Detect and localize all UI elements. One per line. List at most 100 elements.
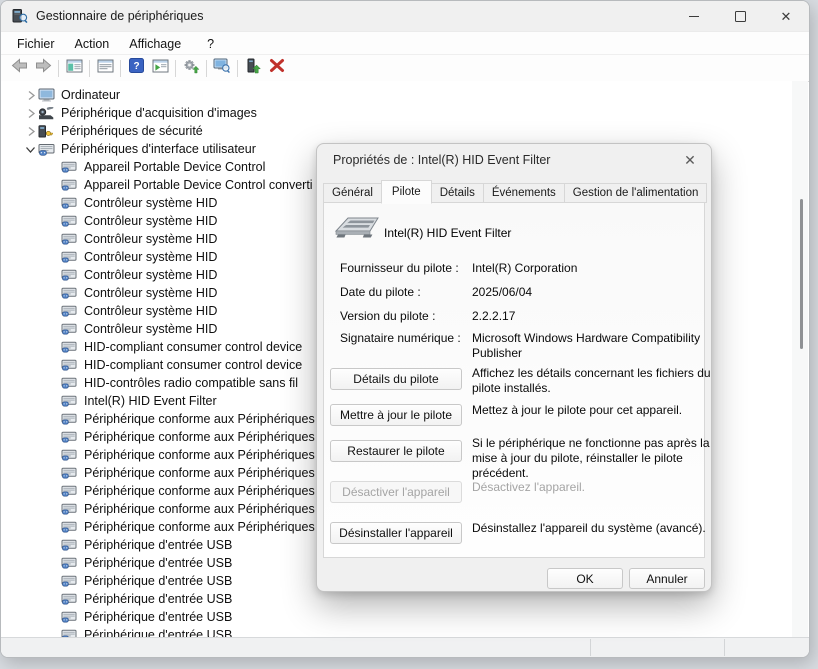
tree-item-label: Périphérique conforme aux Périphériques … <box>84 430 325 444</box>
maximize-icon <box>735 11 746 22</box>
tree-item-label: Contrôleur système HID <box>84 214 217 228</box>
hid-device-icon <box>61 287 81 299</box>
tree-item-label: Ordinateur <box>61 88 120 102</box>
uninstall-device-description: Désinstallez l'appareil du système (avan… <box>472 521 712 536</box>
tab-evenements[interactable]: Événements <box>483 183 565 203</box>
toolbar-separator <box>120 60 121 77</box>
minimize-button[interactable] <box>671 1 717 31</box>
menu-action[interactable]: Action <box>65 34 120 54</box>
menu-help[interactable]: ? <box>197 34 224 54</box>
tree-item-label: Périphérique d'entrée USB <box>84 592 232 606</box>
tab-gestion-alimentation[interactable]: Gestion de l'alimentation <box>564 183 708 203</box>
hid-device-icon <box>61 233 81 245</box>
hid-device-icon <box>61 305 81 317</box>
back-toolbar-button[interactable] <box>7 57 31 79</box>
tree-item-label: HID-contrôles radio compatible sans fil <box>84 376 298 390</box>
export-list-toolbar-button[interactable] <box>148 57 172 79</box>
maximize-button[interactable] <box>717 1 763 31</box>
properties-dialog: Propriétés de : Intel(R) HID Event Filte… <box>316 143 712 592</box>
tree-item-label: HID-compliant consumer control device <box>84 340 302 354</box>
tab-details[interactable]: Détails <box>431 183 484 203</box>
driver-details-button[interactable]: Détails du pilote <box>330 368 462 390</box>
remote-computer-icon <box>213 58 231 78</box>
scan-hardware-changes-toolbar-button[interactable] <box>179 57 203 79</box>
hid-device-icon <box>61 431 81 443</box>
tree-item[interactable]: Ordinateur <box>1 86 792 104</box>
tree-item-label: Périphérique conforme aux Périphériques … <box>84 484 325 498</box>
hid-device-icon <box>61 377 81 389</box>
tree-item[interactable]: Périphérique d'acquisition d'images <box>1 104 792 122</box>
toolbar-separator <box>175 60 176 77</box>
console-tree-icon <box>66 59 83 78</box>
keyboard-device-icon <box>334 215 380 247</box>
tab-general[interactable]: Général <box>323 183 382 203</box>
hid-device-icon <box>61 395 81 407</box>
roll-back-driver-button[interactable]: Restaurer le pilote <box>330 440 462 462</box>
properties-toolbar-button[interactable] <box>93 57 117 79</box>
computer-icon <box>38 88 58 102</box>
minimize-icon <box>689 16 699 17</box>
toolbar-separator <box>237 60 238 77</box>
uninstall-device-button[interactable]: Désinstaller l'appareil <box>330 522 462 544</box>
field-value-fournisseur: Intel(R) Corporation <box>472 261 712 276</box>
menu-fichier[interactable]: Fichier <box>7 34 65 54</box>
forward-toolbar-button[interactable] <box>31 57 55 79</box>
status-bar-divider <box>590 639 591 656</box>
tree-item-label: Périphériques de sécurité <box>61 124 203 138</box>
field-label-date: Date du pilote : <box>340 285 421 299</box>
tree-item[interactable]: Périphériques de sécurité <box>1 122 792 140</box>
ok-button[interactable]: OK <box>547 568 623 589</box>
help-toolbar-button[interactable]: ? <box>124 57 148 79</box>
chevron-down-icon[interactable] <box>23 144 38 155</box>
hid-device-icon <box>61 341 81 353</box>
console-tree-toolbar-button[interactable] <box>62 57 86 79</box>
roll-back-driver-description: Si le périphérique ne fonctionne pas apr… <box>472 436 712 481</box>
hid-device-icon <box>61 269 81 281</box>
hid-device-icon <box>61 611 81 623</box>
hid-device-icon <box>61 215 81 227</box>
remote-computer-toolbar-button[interactable] <box>210 57 234 79</box>
tree-item-label: Périphérique d'entrée USB <box>84 538 232 552</box>
tree-item-label: Périphérique d'entrée USB <box>84 574 232 588</box>
tree-item[interactable]: Périphérique d'entrée USB <box>1 626 792 637</box>
update-driver-toolbar-button[interactable] <box>241 57 265 79</box>
scrollbar-thumb[interactable] <box>800 199 803 349</box>
tab-pilote[interactable]: Pilote <box>381 180 432 204</box>
security-device-icon <box>38 125 58 138</box>
menu-affichage[interactable]: Affichage <box>119 34 191 54</box>
tree-item-label: Périphérique d'acquisition d'images <box>61 106 257 120</box>
uninstall-device-icon <box>269 58 285 78</box>
hid-device-icon <box>61 197 81 209</box>
field-value-date: 2025/06/04 <box>472 285 712 300</box>
tree-item-label: Périphérique d'entrée USB <box>84 610 232 624</box>
svg-text:?: ? <box>133 61 139 72</box>
dialog-tabs: Général Pilote Détails Événements Gestio… <box>323 182 706 203</box>
hid-device-icon <box>61 575 81 587</box>
scrollbar-track[interactable] <box>792 81 808 637</box>
cancel-button[interactable]: Annuler <box>629 568 705 589</box>
hid-device-icon <box>61 413 81 425</box>
disable-device-button: Désactiver l'appareil <box>330 481 462 503</box>
dialog-title: Propriétés de : Intel(R) HID Event Filte… <box>333 153 550 167</box>
tree-item[interactable]: Périphérique d'entrée USB <box>1 608 792 626</box>
hid-device-icon <box>61 629 81 637</box>
chevron-right-icon[interactable] <box>23 90 38 101</box>
update-driver-button[interactable]: Mettre à jour le pilote <box>330 404 462 426</box>
hid-device-icon <box>61 521 81 533</box>
tree-item-label: Contrôleur système HID <box>84 322 217 336</box>
field-value-version: 2.2.2.17 <box>472 309 712 324</box>
tree-item-label: Périphérique conforme aux Périphériques … <box>84 448 325 462</box>
uninstall-device-toolbar-button[interactable] <box>265 57 289 79</box>
hid-device-icon <box>61 539 81 551</box>
hid-device-icon <box>61 323 81 335</box>
menu-bar: Fichier Action Affichage ? <box>1 31 809 55</box>
hid-device-icon <box>61 593 81 605</box>
dialog-close-button[interactable]: ✕ <box>679 149 701 171</box>
status-bar <box>1 637 809 657</box>
update-driver-icon <box>246 58 261 79</box>
chevron-right-icon[interactable] <box>23 126 38 137</box>
tree-item[interactable]: Périphérique d'entrée USB <box>1 590 792 608</box>
close-button[interactable]: ✕ <box>763 1 809 31</box>
export-list-icon <box>152 59 169 78</box>
chevron-right-icon[interactable] <box>23 108 38 119</box>
